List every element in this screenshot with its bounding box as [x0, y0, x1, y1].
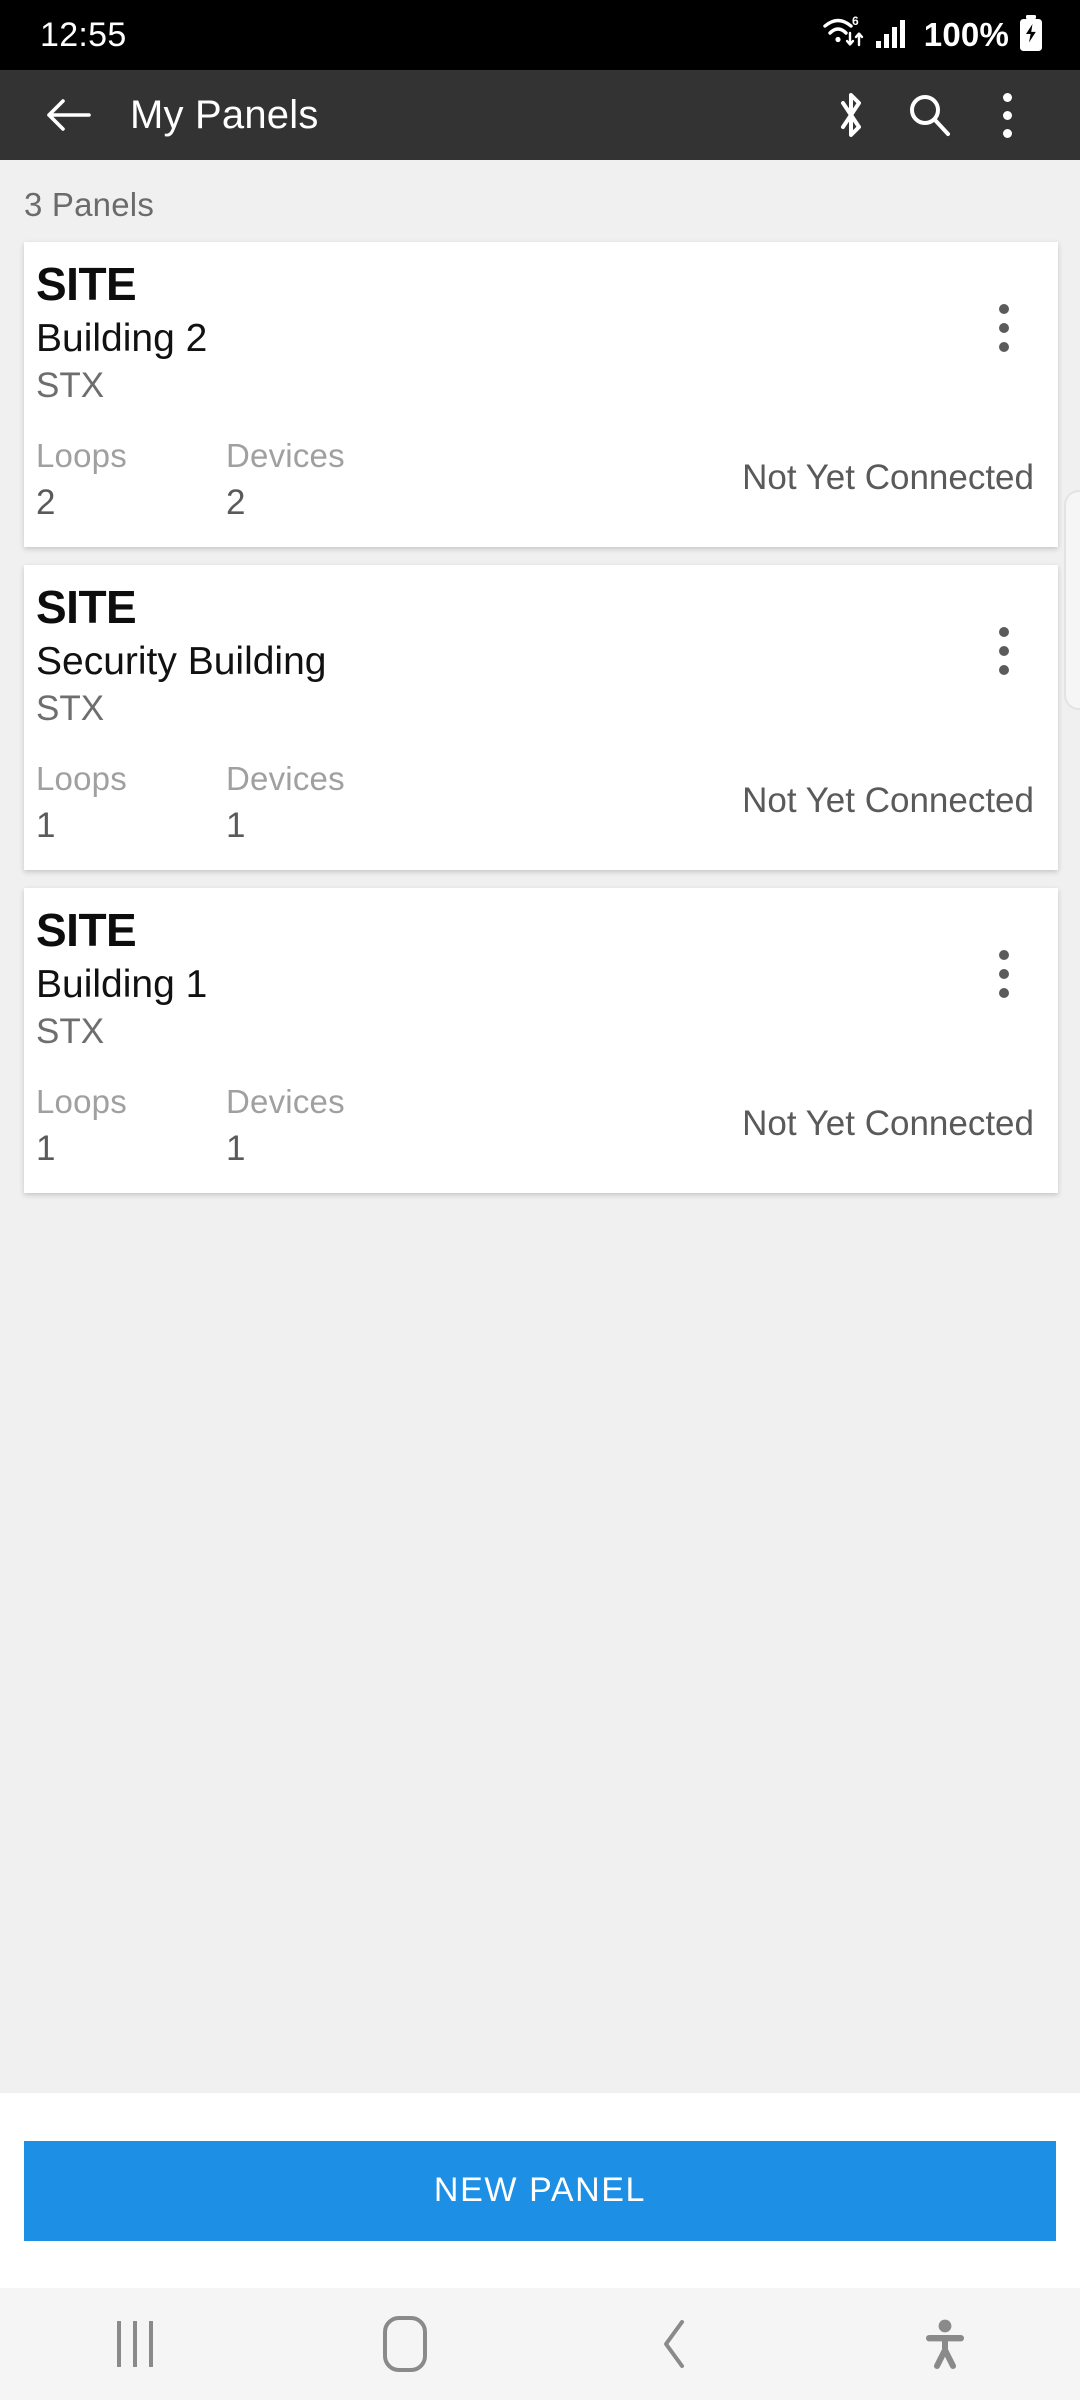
- panel-name-label: Security Building: [36, 639, 327, 683]
- panel-card-menu-button[interactable]: [972, 619, 1036, 683]
- loops-value: 1: [36, 1128, 56, 1168]
- loops-label: Loops: [36, 1083, 127, 1120]
- battery-charging-icon: [1018, 14, 1044, 57]
- accessibility-icon: [926, 2319, 964, 2369]
- panel-kind-label: SITE: [36, 258, 137, 310]
- devices-value: 2: [226, 482, 246, 522]
- wifi-6-icon: 6: [822, 14, 866, 57]
- loops-label: Loops: [36, 759, 127, 797]
- panel-card[interactable]: SITE Security Building STX Loops 1 Devic…: [24, 565, 1058, 871]
- bottom-action-bar: NEW PANEL: [0, 2093, 1080, 2288]
- page-title: My Panels: [130, 92, 319, 137]
- svg-text:6: 6: [852, 14, 859, 28]
- nav-back-button[interactable]: [540, 2288, 810, 2400]
- panel-stats-row: Loops 2 Devices 2 Not Yet Connected: [24, 436, 1058, 525]
- devices-label: Devices: [226, 1083, 345, 1120]
- panel-connection-status: Not Yet Connected: [742, 780, 1034, 820]
- overflow-menu-icon: [999, 304, 1009, 352]
- back-icon: [664, 2320, 684, 2368]
- loops-label: Loops: [36, 436, 127, 474]
- panels-list-container[interactable]: 3 Panels SITE Building 2 STX Loops 2 Dev…: [0, 160, 1080, 2093]
- overflow-menu-icon: [999, 627, 1009, 676]
- new-panel-button[interactable]: NEW PANEL: [24, 2140, 1056, 2241]
- overflow-menu-icon: [1002, 92, 1012, 138]
- recents-icon: [117, 2321, 153, 2367]
- status-bar: 12:55 6 100%: [0, 0, 1080, 70]
- panel-card[interactable]: SITE Building 1 STX Loops 1 Devices 1 No…: [24, 888, 1058, 1194]
- panel-loops-stat: Loops 2: [36, 436, 226, 525]
- nav-accessibility-button[interactable]: [810, 2288, 1080, 2400]
- panel-loops-stat: Loops 1: [36, 1082, 226, 1171]
- back-button[interactable]: [40, 87, 96, 143]
- panel-loops-stat: Loops 1: [36, 759, 226, 848]
- loops-value: 2: [36, 482, 56, 522]
- search-icon: [910, 95, 950, 136]
- panel-kind-label: SITE: [36, 581, 137, 634]
- devices-value: 1: [226, 805, 246, 845]
- panel-connection-status: Not Yet Connected: [742, 457, 1034, 497]
- panel-type-label: STX: [36, 688, 105, 728]
- panel-devices-stat: Devices 1: [226, 1082, 416, 1171]
- panel-devices-stat: Devices 2: [226, 436, 416, 525]
- loops-value: 1: [36, 805, 56, 845]
- home-icon: [383, 2316, 427, 2372]
- panel-card-menu-button[interactable]: [972, 942, 1036, 1006]
- back-arrow-icon: [47, 99, 91, 131]
- status-bar-clock: 12:55: [40, 15, 127, 54]
- scroll-edge-indicator: [1064, 490, 1080, 710]
- panel-name-label: Building 1: [36, 962, 208, 1006]
- overflow-menu-icon: [999, 950, 1009, 999]
- panel-kind-label: SITE: [36, 904, 137, 957]
- battery-percentage-label: 100%: [923, 16, 1009, 53]
- panel-type-label: STX: [36, 1011, 105, 1051]
- panel-devices-stat: Devices 1: [226, 759, 416, 848]
- status-bar-indicators: 6 100%: [822, 14, 1044, 57]
- devices-label: Devices: [226, 759, 345, 797]
- cellular-signal-icon: [875, 17, 909, 54]
- panel-stats-row: Loops 1 Devices 1 Not Yet Connected: [24, 1082, 1058, 1171]
- panel-name-label: Building 2: [36, 316, 208, 360]
- devices-label: Devices: [226, 436, 345, 474]
- nav-home-button[interactable]: [270, 2288, 540, 2400]
- panel-card[interactable]: SITE Building 2 STX Loops 2 Devices 2 No…: [24, 242, 1058, 548]
- search-button[interactable]: [890, 76, 968, 154]
- panel-card-menu-button[interactable]: [972, 296, 1036, 360]
- overflow-menu-button[interactable]: [968, 76, 1046, 154]
- panel-type-label: STX: [36, 365, 105, 405]
- devices-value: 1: [226, 1128, 246, 1168]
- bluetooth-button[interactable]: [812, 76, 890, 154]
- panel-stats-row: Loops 1 Devices 1 Not Yet Connected: [24, 759, 1058, 848]
- panel-connection-status: Not Yet Connected: [742, 1104, 1034, 1143]
- android-navigation-bar: [0, 2288, 1080, 2400]
- panels-count-label: 3 Panels: [24, 186, 155, 223]
- bluetooth-icon: [841, 93, 861, 137]
- nav-recents-button[interactable]: [0, 2288, 270, 2400]
- app-bar: My Panels: [0, 70, 1080, 160]
